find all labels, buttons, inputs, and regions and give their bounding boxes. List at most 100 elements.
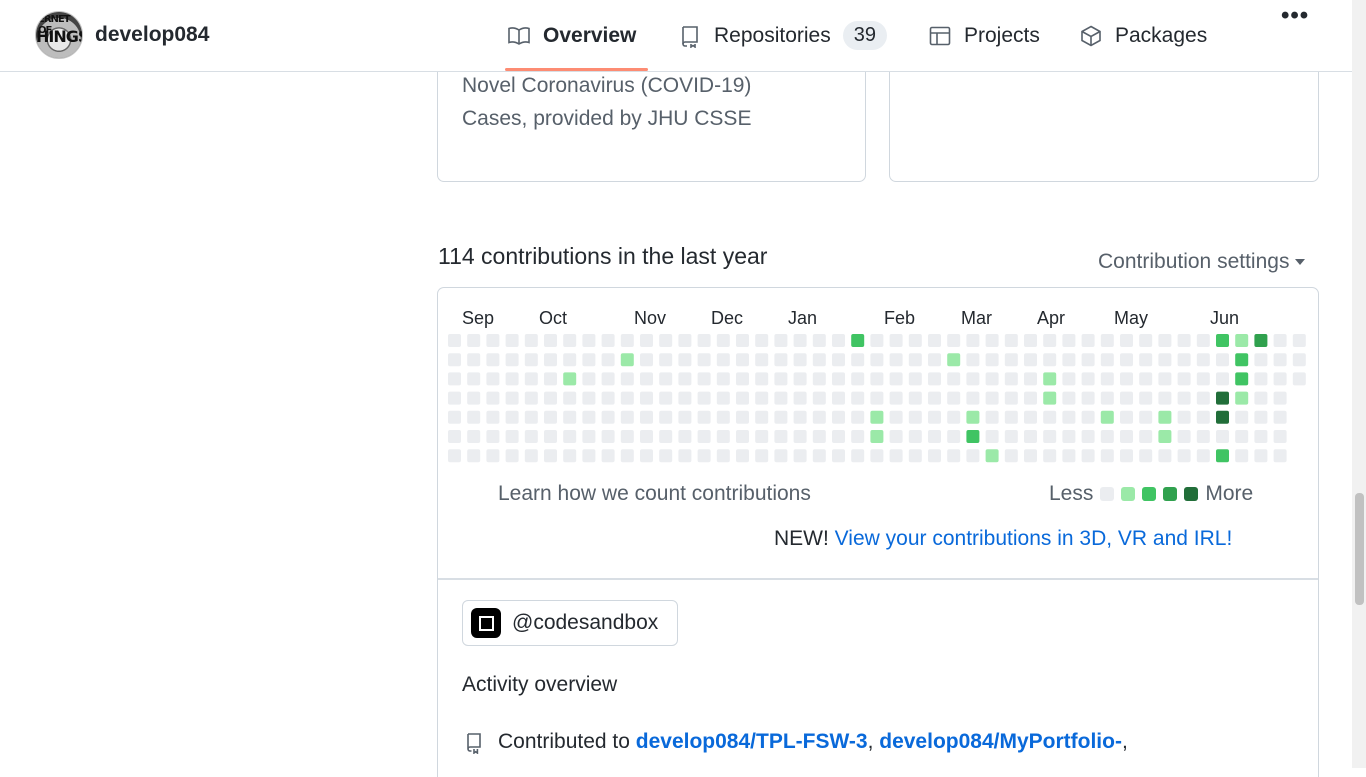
contribution-settings-button[interactable]: Contribution settings (1098, 250, 1306, 274)
contribution-day-cell[interactable] (467, 372, 481, 386)
contribution-day-cell[interactable] (793, 449, 807, 463)
contribution-day-cell[interactable] (505, 391, 519, 405)
contribution-day-cell[interactable] (793, 353, 807, 367)
contribution-day-cell[interactable] (1216, 372, 1229, 386)
contribution-day-cell[interactable] (697, 334, 711, 347)
contribution-day-cell[interactable] (928, 430, 941, 443)
contribution-day-cell[interactable] (1062, 449, 1076, 463)
contribution-day-cell[interactable] (1100, 410, 1114, 424)
contribution-day-cell[interactable] (1177, 449, 1191, 463)
contribution-day-cell[interactable] (870, 334, 884, 347)
contribution-day-cell[interactable] (716, 430, 730, 443)
contribution-day-cell[interactable] (985, 430, 999, 443)
contribution-day-cell[interactable] (774, 372, 788, 386)
contribution-day-cell[interactable] (1273, 372, 1287, 386)
contribution-day-cell[interactable] (966, 353, 980, 367)
contribution-day-cell[interactable] (755, 391, 769, 405)
contribution-day-cell[interactable] (928, 449, 941, 463)
contribution-day-cell[interactable] (582, 449, 596, 463)
contribution-day-cell[interactable] (582, 410, 596, 424)
contribution-day-cell[interactable] (544, 334, 557, 347)
contribution-day-cell[interactable] (1273, 391, 1287, 405)
contribution-day-cell[interactable] (505, 353, 519, 367)
contribution-day-cell[interactable] (966, 430, 980, 443)
contribution-day-cell[interactable] (1254, 449, 1268, 463)
contribution-day-cell[interactable] (486, 353, 500, 367)
contribution-day-cell[interactable] (947, 449, 961, 463)
repo-link[interactable]: develop084/TPL-FSW-3 (636, 730, 868, 753)
learn-contributions-link[interactable]: Learn how we count contributions (498, 482, 811, 506)
contribution-day-cell[interactable] (524, 449, 538, 463)
contribution-day-cell[interactable] (505, 334, 519, 347)
contribution-day-cell[interactable] (524, 334, 538, 347)
contribution-day-cell[interactable] (985, 410, 999, 424)
contribution-day-cell[interactable] (620, 353, 634, 367)
contribution-day-cell[interactable] (467, 391, 481, 405)
contribution-day-cell[interactable] (601, 449, 615, 463)
contribution-day-cell[interactable] (467, 430, 481, 443)
contribution-day-cell[interactable] (736, 430, 749, 443)
contribution-day-cell[interactable] (1120, 334, 1133, 347)
contribution-day-cell[interactable] (1177, 430, 1191, 443)
contribution-day-cell[interactable] (486, 410, 500, 424)
more-options-icon[interactable]: ••• (1281, 2, 1309, 30)
contribution-day-cell[interactable] (697, 430, 711, 443)
contribution-day-cell[interactable] (1024, 372, 1037, 386)
contribution-day-cell[interactable] (1024, 449, 1037, 463)
contribution-day-cell[interactable] (1139, 449, 1153, 463)
contribution-day-cell[interactable] (678, 449, 692, 463)
contribution-day-cell[interactable] (1139, 410, 1153, 424)
contribution-day-cell[interactable] (640, 449, 653, 463)
contribution-day-cell[interactable] (851, 334, 865, 347)
contribution-day-cell[interactable] (755, 449, 769, 463)
contribution-day-cell[interactable] (486, 391, 500, 405)
contribution-day-cell[interactable] (563, 353, 577, 367)
contribution-day-cell[interactable] (659, 353, 673, 367)
contribution-day-cell[interactable] (601, 353, 615, 367)
contribution-day-cell[interactable] (467, 334, 481, 347)
contribution-day-cell[interactable] (601, 391, 615, 405)
contribution-day-cell[interactable] (620, 410, 634, 424)
contribution-day-cell[interactable] (793, 410, 807, 424)
contribution-day-cell[interactable] (870, 391, 884, 405)
contribution-day-cell[interactable] (1254, 372, 1268, 386)
contribution-day-cell[interactable] (1004, 449, 1018, 463)
contribution-day-cell[interactable] (947, 391, 961, 405)
contribution-day-cell[interactable] (1043, 449, 1057, 463)
contribution-day-cell[interactable] (832, 449, 845, 463)
contribution-day-cell[interactable] (563, 430, 577, 443)
contribution-day-cell[interactable] (1196, 410, 1210, 424)
contribution-day-cell[interactable] (812, 410, 826, 424)
contribution-day-cell[interactable] (908, 334, 922, 347)
contribution-day-cell[interactable] (832, 430, 845, 443)
contribution-day-cell[interactable] (505, 449, 519, 463)
contribution-day-cell[interactable] (1004, 391, 1018, 405)
contribution-day-cell[interactable] (908, 353, 922, 367)
contribution-day-cell[interactable] (1024, 353, 1037, 367)
contribution-day-cell[interactable] (620, 334, 634, 347)
contribution-day-cell[interactable] (678, 430, 692, 443)
contribution-day-cell[interactable] (582, 334, 596, 347)
contribution-day-cell[interactable] (620, 430, 634, 443)
contribution-day-cell[interactable] (640, 430, 653, 443)
contribution-day-cell[interactable] (947, 372, 961, 386)
contribution-day-cell[interactable] (1004, 334, 1018, 347)
contribution-day-cell[interactable] (697, 353, 711, 367)
contribution-day-cell[interactable] (1062, 430, 1076, 443)
contribution-day-cell[interactable] (582, 353, 596, 367)
tab-packages[interactable]: Packages (1079, 0, 1207, 71)
contribution-day-cell[interactable] (928, 334, 941, 347)
contribution-day-cell[interactable] (448, 410, 461, 424)
contribution-day-cell[interactable] (640, 391, 653, 405)
contribution-day-cell[interactable] (736, 410, 749, 424)
contribution-day-cell[interactable] (1177, 353, 1191, 367)
tab-overview[interactable]: Overview (504, 0, 649, 71)
contribution-day-cell[interactable] (736, 449, 749, 463)
contribution-day-cell[interactable] (448, 334, 461, 347)
contribution-day-cell[interactable] (966, 449, 980, 463)
contribution-day-cell[interactable] (524, 372, 538, 386)
contribution-day-cell[interactable] (832, 353, 845, 367)
contribution-day-cell[interactable] (640, 372, 653, 386)
contribution-day-cell[interactable] (1292, 353, 1306, 367)
contribution-day-cell[interactable] (966, 334, 980, 347)
